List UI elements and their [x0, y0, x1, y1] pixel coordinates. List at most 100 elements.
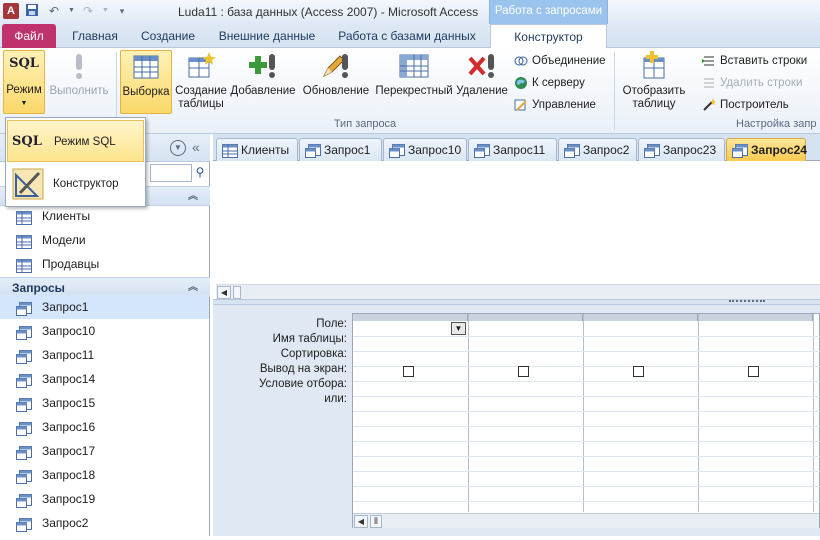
data-definition-button[interactable]: Управление — [512, 96, 596, 114]
nav-query-item[interactable]: Запрос16 — [0, 415, 209, 439]
save-icon[interactable] — [24, 3, 40, 21]
document-tab[interactable]: Запрос24 — [726, 138, 807, 161]
document-tab-label: Запрос23 — [663, 143, 717, 157]
tab-file[interactable]: Файл — [2, 24, 56, 48]
nav-query-item[interactable]: Запрос18 — [0, 463, 209, 487]
nav-table-item[interactable]: Модели — [0, 228, 209, 252]
show-table-label-1: Отобразить — [622, 85, 686, 97]
crosstab-button[interactable]: Перекрестный — [374, 50, 454, 114]
qbe-grid[interactable]: ▼ ◀ ⦀ — [352, 313, 820, 528]
view-dropdown-menu: SQL Режим SQL Конструктор — [5, 117, 146, 207]
group-label-query-setup: Настройка запр — [736, 118, 817, 130]
nav-group-queries[interactable]: Запросы ︽ — [0, 277, 210, 297]
nav-query-item[interactable]: Запрос19 — [0, 487, 209, 511]
qbe-row-divider — [353, 411, 820, 412]
redo-icon[interactable]: ↷ — [80, 3, 96, 21]
tab-database-tools[interactable]: Работа с базами данных — [332, 24, 482, 48]
qbe-column-selector[interactable] — [353, 314, 468, 321]
view-button[interactable]: SQL Режим ▼ — [3, 50, 45, 114]
document-tab-label: Запрос10 — [408, 143, 462, 157]
show-table-button[interactable]: Отобразить таблицу — [620, 50, 688, 114]
search-icon[interactable]: ⚲ — [192, 165, 208, 181]
tab-home[interactable]: Главная — [66, 24, 124, 48]
run-button[interactable]: Выполнить — [46, 50, 112, 114]
menu-item-design-view[interactable]: Конструктор — [7, 163, 144, 205]
menu-item-sql-view[interactable]: SQL Режим SQL — [7, 120, 144, 162]
collapse-pane-icon[interactable]: « — [192, 140, 200, 154]
document-tab[interactable]: Запрос23 — [638, 138, 725, 161]
scroll-left-icon[interactable]: ◀ — [217, 286, 231, 299]
nav-item-label: Запрос18 — [42, 468, 96, 482]
select-query-icon — [130, 51, 162, 83]
redo-dropdown-icon[interactable]: ▼ — [102, 3, 109, 21]
table-pane-scrollbar[interactable]: ◀ — [216, 284, 820, 299]
query-icon — [16, 420, 32, 436]
insert-rows-button[interactable]: Вставить строки — [700, 52, 807, 70]
query-icon — [305, 143, 321, 158]
qbe-scrollbar[interactable]: ◀ ⦀ — [353, 513, 819, 528]
make-table-label-2: таблицы — [178, 98, 224, 110]
nav-query-item[interactable]: Запрос10 — [0, 319, 209, 343]
query-icon — [732, 143, 748, 158]
nav-item-label: Запрос17 — [42, 444, 96, 458]
globe-icon — [514, 76, 528, 90]
nav-query-item[interactable]: Запрос2 — [0, 511, 209, 535]
make-table-button[interactable]: Создание таблицы — [174, 50, 228, 114]
nav-query-item[interactable]: Запрос14 — [0, 367, 209, 391]
show-checkbox[interactable] — [403, 366, 414, 377]
query-icon — [16, 348, 32, 364]
qbe-row-label: Поле: — [316, 318, 347, 330]
menu-item-design-label: Конструктор — [53, 178, 119, 190]
access-app-icon[interactable]: A — [3, 3, 19, 19]
undo-icon[interactable]: ↶ — [46, 3, 62, 21]
document-tab[interactable]: Клиенты — [216, 138, 298, 161]
table-pane[interactable] — [213, 162, 820, 284]
nav-query-item[interactable]: Запрос17 — [0, 439, 209, 463]
scroll-thumb[interactable]: ⦀ — [370, 515, 382, 528]
insert-rows-icon — [702, 54, 716, 68]
select-query-label: Выборка — [122, 86, 170, 98]
nav-menu-chevron-icon[interactable]: ▼ — [170, 140, 186, 156]
document-tab[interactable]: Запрос1 — [299, 138, 382, 161]
builder-button[interactable]: Построитель — [700, 96, 789, 114]
title-bar: A ↶ ▼ ↷ ▼ ▾ Luda11 : база данных (Access… — [0, 0, 820, 24]
show-checkbox[interactable] — [633, 366, 644, 377]
update-button[interactable]: Обновление — [300, 50, 372, 114]
nav-item-label: Запрос11 — [42, 348, 95, 362]
delete-query-button[interactable]: Удаление — [456, 50, 508, 114]
query-design-grid-pane: Поле: Имя таблицы: Сортировка: Вывод на экр… — [213, 305, 820, 536]
undo-dropdown-icon[interactable]: ▼ — [68, 3, 75, 21]
delete-x-icon — [466, 50, 498, 82]
show-checkbox[interactable] — [748, 366, 759, 377]
qbe-column-selector[interactable] — [468, 314, 583, 321]
select-query-button[interactable]: Выборка — [120, 50, 172, 114]
field-dropdown-icon[interactable]: ▼ — [451, 322, 466, 335]
document-tab[interactable]: Запрос10 — [383, 138, 467, 161]
document-tab[interactable]: Запрос2 — [558, 138, 637, 161]
scroll-thumb[interactable] — [233, 286, 241, 299]
union-button[interactable]: Объединение — [512, 52, 606, 70]
customize-qat-icon[interactable]: ▾ — [114, 3, 130, 21]
pass-through-button[interactable]: К серверу — [512, 74, 585, 92]
append-button[interactable]: Добавление — [230, 50, 296, 114]
nav-item-label: Запрос2 — [42, 516, 89, 530]
nav-query-item[interactable]: Запрос1 — [0, 295, 209, 319]
quick-access-toolbar: ↶ ▼ ↷ ▼ ▾ — [24, 3, 130, 21]
tab-external-data[interactable]: Внешние данные — [212, 24, 322, 48]
delete-rows-button[interactable]: Удалить строки — [700, 74, 802, 92]
tab-design[interactable]: Конструктор — [490, 24, 607, 49]
qbe-column-selector[interactable] — [698, 314, 813, 321]
query-icon — [389, 143, 405, 158]
scroll-left-icon[interactable]: ◀ — [354, 515, 368, 528]
qbe-column-selector[interactable] — [583, 314, 698, 321]
document-tab[interactable]: Запрос11 — [468, 138, 557, 161]
nav-table-item[interactable]: Продавцы — [0, 252, 209, 276]
nav-table-item[interactable]: Клиенты — [0, 204, 209, 228]
qbe-row-label: Имя таблицы: — [272, 333, 347, 345]
nav-query-item[interactable]: Запрос11 — [0, 343, 209, 367]
tab-create[interactable]: Создание — [134, 24, 202, 48]
nav-search-input[interactable] — [150, 164, 192, 182]
nav-query-item[interactable]: Запрос15 — [0, 391, 209, 415]
show-checkbox[interactable] — [518, 366, 529, 377]
qbe-row-label: Условие отбора: — [258, 378, 347, 390]
